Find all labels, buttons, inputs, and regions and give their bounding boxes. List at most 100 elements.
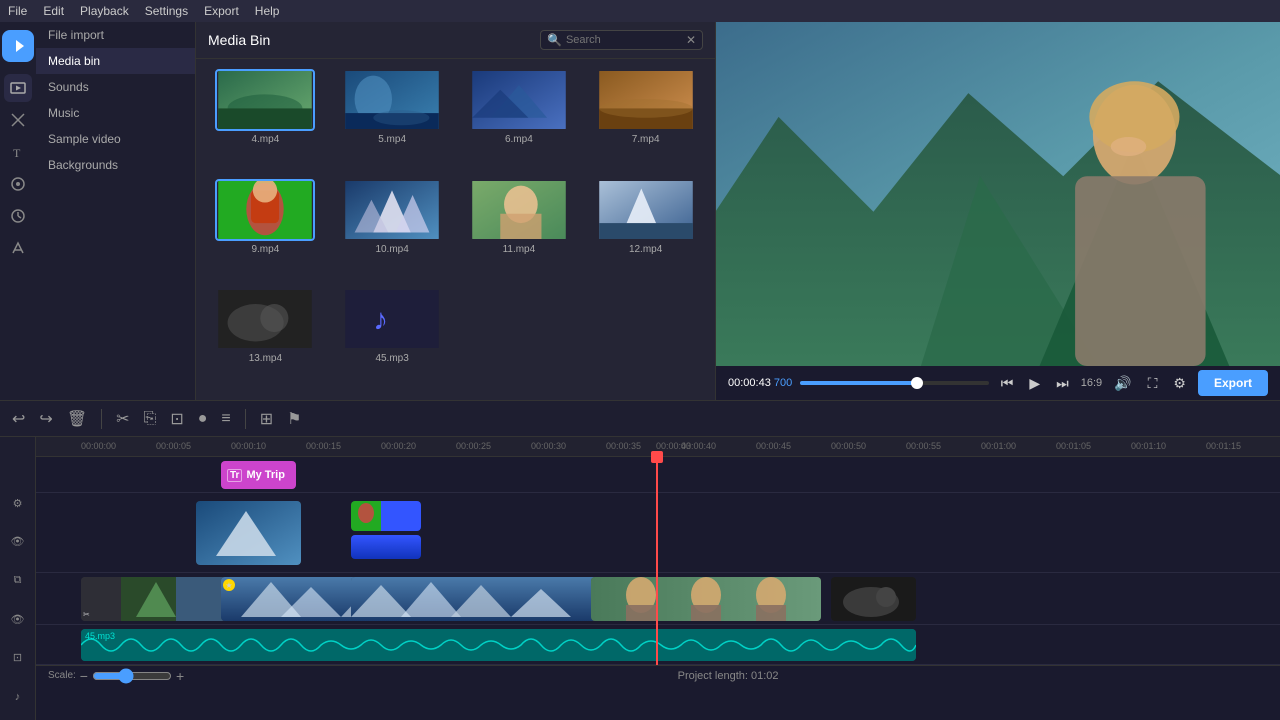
nav-filter-icon[interactable] <box>4 170 32 198</box>
panel-media-bin[interactable]: Media bin <box>36 48 195 74</box>
app-icon <box>2 30 34 62</box>
media-item-5mp4-label: 5.mp4 <box>378 134 406 145</box>
menubar: File Edit Playback Settings Export Help <box>0 0 1280 22</box>
menu-edit[interactable]: Edit <box>43 4 64 18</box>
next-button[interactable]: ⏭ <box>1052 373 1073 394</box>
media-item-4mp4[interactable]: 4.mp4 <box>206 69 325 171</box>
svg-text:T: T <box>13 146 21 160</box>
media-item-5mp4[interactable]: 5.mp4 <box>333 69 452 171</box>
media-item-12mp4-label: 12.mp4 <box>629 244 662 255</box>
preview-area: 00:00:43 700 ⏮ ▶ ⏭ 16:9 🔊 ⛶ ⚙ Export <box>716 22 1280 400</box>
track-layer-icon[interactable]: ⧉ <box>8 570 28 590</box>
text-clip-mytrip[interactable]: Tr My Trip <box>221 461 296 489</box>
ruler-mark-12: 00:01:00 <box>981 441 1016 451</box>
timeline-toolbar: ↩ ↪ 🗑 ✂ ⎘ ⊡ ● ≡ ⊞ ⚑ <box>0 401 1280 437</box>
ruler-mark-14: 00:01:10 <box>1131 441 1166 451</box>
nav-cut-icon[interactable] <box>4 106 32 134</box>
media-item-12mp4[interactable]: 12.mp4 <box>586 179 705 281</box>
scale-plus[interactable]: + <box>176 668 184 684</box>
cut-button[interactable]: ✂ <box>112 407 133 431</box>
overlay-clip-blue[interactable] <box>351 535 421 559</box>
nav-media-icon[interactable] <box>4 74 32 102</box>
media-item-13mp4-label: 13.mp4 <box>249 353 282 364</box>
menu-playback[interactable]: Playback <box>80 4 129 18</box>
track-adjust-icon[interactable]: ⚙ <box>8 493 28 513</box>
scale-slider[interactable] <box>92 668 172 684</box>
media-bin-title: Media Bin <box>208 32 270 48</box>
media-item-6mp4-label: 6.mp4 <box>505 134 533 145</box>
playhead[interactable] <box>656 457 658 665</box>
audio-clip-label: 45.mp3 <box>85 631 115 641</box>
undo-button[interactable]: ↩ <box>8 407 29 431</box>
panel-file-import[interactable]: File import <box>36 22 195 48</box>
delete-button[interactable]: 🗑 <box>63 407 91 431</box>
copy-button[interactable]: ⎘ <box>140 408 161 430</box>
overlay-clip-greenblue[interactable] <box>351 501 421 531</box>
align-button[interactable]: ≡ <box>217 408 234 430</box>
media-item-10mp4[interactable]: 10.mp4 <box>333 179 452 281</box>
media-item-45mp3-label: 45.mp3 <box>375 353 408 364</box>
scale-label: Scale: <box>48 670 76 681</box>
timeline-tracks: Tr My Trip <box>36 457 1280 665</box>
playhead-handle[interactable] <box>651 451 663 463</box>
media-item-7mp4[interactable]: 7.mp4 <box>586 69 705 171</box>
redo-button[interactable]: ↪ <box>35 407 56 431</box>
media-item-9mp4[interactable]: 9.mp4 <box>206 179 325 281</box>
menu-help[interactable]: Help <box>255 4 280 18</box>
track-main-icon[interactable]: ⊡ <box>8 648 28 668</box>
motion-button[interactable]: ● <box>194 408 212 430</box>
ruler-mark-6: 00:00:30 <box>531 441 566 451</box>
main-clip-1[interactable]: ✂ <box>81 577 226 621</box>
media-item-10mp4-label: 10.mp4 <box>375 244 408 255</box>
aspect-ratio-label: 16:9 <box>1081 377 1102 389</box>
nav-text-icon[interactable]: T <box>4 138 32 166</box>
transition-button[interactable]: ⊞ <box>256 407 277 431</box>
panel-sample-video[interactable]: Sample video <box>36 126 195 152</box>
svg-text:♪: ♪ <box>373 304 388 337</box>
progress-dot <box>911 377 923 389</box>
ruler-mark-3: 00:00:15 <box>306 441 341 451</box>
menu-file[interactable]: File <box>8 4 27 18</box>
ruler-mark-4: 00:00:20 <box>381 441 416 451</box>
menu-export[interactable]: Export <box>204 4 239 18</box>
main-clip-3[interactable] <box>351 577 601 621</box>
ruler-mark-playhead: 00:00:43 <box>656 441 691 451</box>
play-button[interactable]: ▶ <box>1025 373 1044 394</box>
nav-clock-icon[interactable] <box>4 202 32 230</box>
track-controls: ⚙ 👁 ⧉ 👁 ⊡ ♪ <box>0 437 36 720</box>
track-eye-2-icon[interactable]: 👁 <box>8 609 28 629</box>
track-eye-1-icon[interactable]: 👁 <box>8 532 28 552</box>
scale-control: Scale: − + Project length: 01:02 <box>36 665 1280 685</box>
flag-button[interactable]: ⚑ <box>283 407 305 431</box>
overlay-clip-mountain[interactable] <box>196 501 301 565</box>
panel-backgrounds[interactable]: Backgrounds <box>36 152 195 178</box>
left-panel: File import Media bin Sounds Music Sampl… <box>36 22 196 400</box>
media-item-45mp3[interactable]: ♪ 45.mp3 <box>333 288 452 390</box>
track-audio-icon[interactable]: ♪ <box>8 687 28 707</box>
panel-music[interactable]: Music <box>36 100 195 126</box>
main-clip-5[interactable] <box>831 577 916 621</box>
prev-button[interactable]: ⏮ <box>997 373 1018 394</box>
preview-controls: 00:00:43 700 ⏮ ▶ ⏭ 16:9 🔊 ⛶ ⚙ Export <box>716 366 1280 400</box>
scale-minus[interactable]: − <box>80 668 88 684</box>
search-input[interactable] <box>566 34 686 46</box>
search-close-icon[interactable]: ✕ <box>686 33 696 47</box>
ruler-mark-1: 00:00:05 <box>156 441 191 451</box>
trim-button[interactable]: ⊡ <box>166 407 187 431</box>
main-clip-4[interactable] <box>591 577 821 621</box>
media-item-13mp4[interactable]: 13.mp4 <box>206 288 325 390</box>
volume-button[interactable]: 🔊 <box>1110 373 1135 394</box>
search-icon: 🔍 <box>547 33 562 47</box>
toolbar-separator-1 <box>101 409 102 429</box>
settings-button[interactable]: ⚙ <box>1169 373 1190 394</box>
media-item-6mp4[interactable]: 6.mp4 <box>460 69 579 171</box>
ruler-mark-9: 00:00:45 <box>756 441 791 451</box>
export-button[interactable]: Export <box>1198 370 1268 396</box>
audio-clip[interactable]: // Inline waveform drawn as SVG rects 45… <box>81 629 916 661</box>
panel-sounds[interactable]: Sounds <box>36 74 195 100</box>
menu-settings[interactable]: Settings <box>145 4 188 18</box>
progress-bar[interactable] <box>800 381 989 385</box>
fullscreen-button[interactable]: ⛶ <box>1144 373 1162 394</box>
nav-effects-icon[interactable] <box>4 234 32 262</box>
media-item-11mp4[interactable]: 11.mp4 <box>460 179 579 281</box>
